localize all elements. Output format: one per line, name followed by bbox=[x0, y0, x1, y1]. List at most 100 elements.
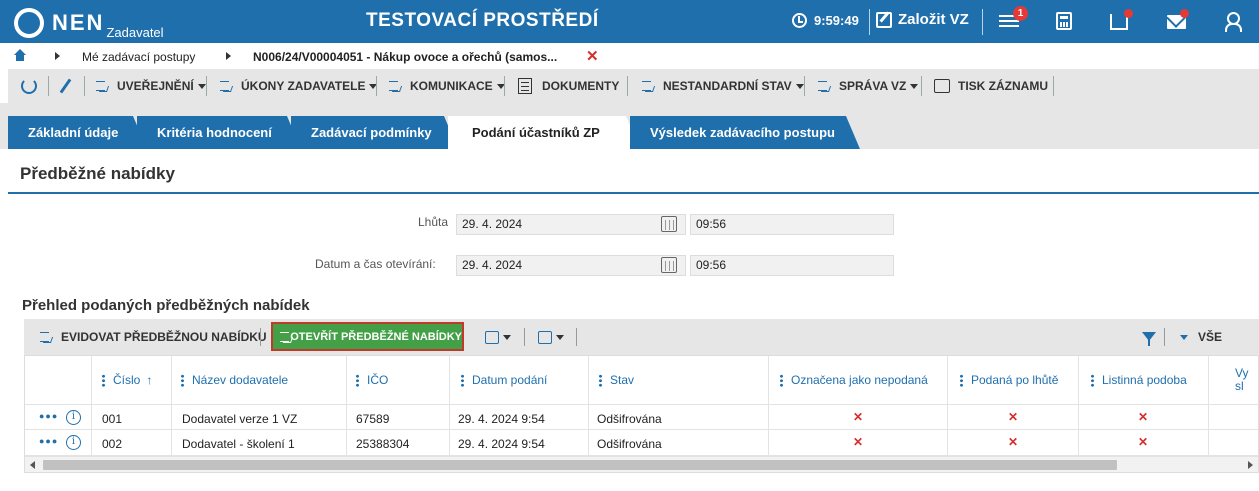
cell-status: Odšifrována bbox=[597, 412, 662, 426]
view-all-label: VŠE bbox=[1198, 330, 1223, 344]
opening-label: Datum a čas otevírání: bbox=[315, 257, 436, 271]
horizontal-scrollbar[interactable] bbox=[25, 456, 1258, 472]
breadcrumb-my-procedures[interactable]: Mé zadávací postupy bbox=[82, 50, 195, 64]
print-record-button[interactable]: TISK ZÁZNAMU bbox=[934, 69, 1048, 103]
divider bbox=[504, 76, 505, 96]
publish-label: UVEŘEJNĚNÍ bbox=[117, 79, 194, 93]
print-icon bbox=[485, 330, 499, 344]
publish-menu[interactable]: UVEŘEJNĚNÍ bbox=[96, 69, 206, 103]
divider bbox=[524, 328, 525, 346]
edit-button[interactable] bbox=[59, 69, 72, 103]
column-status[interactable]: Stav bbox=[599, 356, 634, 404]
divider bbox=[982, 9, 983, 35]
close-icon[interactable]: ✕ bbox=[586, 47, 599, 65]
tab-tender-conditions[interactable]: Zadávací podmínky bbox=[291, 116, 458, 149]
calendar-icon[interactable] bbox=[661, 216, 677, 232]
column-submission-date[interactable]: Datum podání bbox=[461, 356, 547, 404]
export-menu[interactable] bbox=[538, 319, 564, 355]
more-icon[interactable]: ●●● bbox=[39, 436, 58, 446]
cell-supplier: Dodavatel verze 1 VZ bbox=[182, 412, 298, 426]
cell-status: Odšifrována bbox=[597, 437, 662, 451]
column-truncated[interactable]: Vy sl bbox=[1223, 356, 1249, 404]
column-late-label: Podaná po lhůtě bbox=[971, 373, 1059, 387]
contracting-actions-menu[interactable]: ÚKONY ZADAVATELE bbox=[220, 69, 378, 103]
column-paper-label: Listinná podoba bbox=[1102, 373, 1187, 387]
column-menu-icon[interactable] bbox=[461, 373, 464, 387]
sort-ascending-icon: ↑ bbox=[146, 373, 153, 387]
print-label: TISK ZÁZNAMU bbox=[958, 79, 1048, 93]
user-icon[interactable] bbox=[1225, 12, 1242, 32]
column-menu-icon[interactable] bbox=[599, 373, 602, 387]
cell-date: 29. 4. 2024 9:54 bbox=[458, 437, 545, 451]
tab-evaluation-criteria[interactable]: Kritéria hodnocení bbox=[137, 116, 301, 149]
column-number[interactable]: Číslo ↑ bbox=[102, 356, 152, 404]
document-icon bbox=[518, 78, 532, 94]
caret-down-icon bbox=[1180, 334, 1188, 340]
vz-management-menu[interactable]: SPRÁVA VZ bbox=[818, 69, 919, 103]
column-status-label: Stav bbox=[610, 373, 635, 387]
column-number-label: Číslo bbox=[113, 373, 141, 387]
divider bbox=[804, 76, 805, 96]
register-preliminary-offer-button[interactable]: EVIDOVAT PŘEDBĚŽNOU NABÍDKU bbox=[40, 319, 267, 355]
breadcrumb: Mé zadávací postupy N006/24/V00004051 - … bbox=[0, 43, 1259, 69]
column-truncated-label-2: sl bbox=[1235, 379, 1244, 393]
open-preliminary-offers-button[interactable]: OTEVŘÍT PŘEDBĚŽNÉ NABÍDKY bbox=[271, 322, 464, 351]
print-grid-menu[interactable] bbox=[485, 319, 511, 355]
export-icon bbox=[538, 330, 552, 344]
list-icon bbox=[40, 331, 54, 343]
more-icon[interactable]: ●●● bbox=[39, 411, 58, 421]
tab-procedure-result[interactable]: Výsledek zadávacího postupu bbox=[630, 116, 860, 149]
scroll-left-icon[interactable] bbox=[30, 461, 35, 469]
cell-ico: 25388304 bbox=[356, 437, 410, 451]
chevron-right-icon bbox=[226, 52, 231, 60]
tab-basic-data[interactable]: Základní údaje bbox=[8, 116, 147, 149]
nonstandard-state-menu[interactable]: NESTANDARDNÍ STAV bbox=[642, 69, 804, 103]
communication-menu[interactable]: KOMUNIKACE bbox=[389, 69, 505, 103]
x-mark-icon: ✕ bbox=[1008, 410, 1019, 424]
column-menu-icon[interactable] bbox=[780, 373, 783, 387]
action-toolbar: UVEŘEJNĚNÍ ÚKONY ZADAVATELE KOMUNIKACE D… bbox=[8, 69, 1259, 103]
calculator-icon[interactable] bbox=[1056, 12, 1072, 30]
calendar-icon[interactable] bbox=[661, 257, 677, 273]
documents-button[interactable]: DOKUMENTY bbox=[518, 69, 619, 103]
session-time: 9:59:49 bbox=[814, 13, 859, 28]
management-label: SPRÁVA VZ bbox=[839, 79, 907, 93]
column-menu-icon[interactable] bbox=[960, 373, 963, 387]
info-icon[interactable]: i bbox=[66, 410, 81, 425]
deadline-date-field[interactable]: 29. 4. 2024 bbox=[456, 214, 686, 235]
filter-icon[interactable] bbox=[1142, 332, 1156, 346]
column-supplier[interactable]: Název dodavatele bbox=[181, 356, 288, 404]
list-icon bbox=[220, 80, 234, 92]
divider bbox=[627, 76, 628, 96]
info-icon[interactable]: i bbox=[66, 435, 81, 450]
view-all-menu[interactable]: VŠE bbox=[1180, 319, 1222, 355]
deadline-time-field[interactable]: 09:56 bbox=[690, 214, 894, 235]
tab-participant-submissions[interactable]: Podání účastníků ZP bbox=[448, 116, 640, 149]
breadcrumb-current-procedure[interactable]: N006/24/V00004051 - Nákup ovoce a ořechů… bbox=[253, 50, 557, 64]
column-menu-icon[interactable] bbox=[1091, 373, 1094, 387]
column-menu-icon[interactable] bbox=[356, 373, 359, 387]
scrollbar-thumb[interactable] bbox=[43, 460, 1117, 470]
list-icon bbox=[280, 331, 290, 343]
notification-badge: 1 bbox=[1013, 6, 1028, 21]
create-vz-button[interactable]: Založit VZ bbox=[876, 11, 969, 28]
nen-logo[interactable]: NEN Zadavatel bbox=[14, 6, 164, 40]
column-marked-not-submitted[interactable]: Označena jako nepodaná bbox=[780, 356, 928, 404]
x-mark-icon: ✕ bbox=[1138, 435, 1149, 449]
divider bbox=[1164, 328, 1165, 346]
opening-date-field[interactable]: 29. 4. 2024 bbox=[456, 255, 686, 276]
logo-subtitle: Zadavatel bbox=[106, 25, 164, 40]
column-menu-icon[interactable] bbox=[181, 373, 184, 387]
scroll-right-icon[interactable] bbox=[1248, 461, 1253, 469]
column-submitted-late[interactable]: Podaná po lhůtě bbox=[960, 356, 1058, 404]
column-ico[interactable]: IČO bbox=[356, 356, 388, 404]
print-icon bbox=[934, 79, 950, 93]
register-label: EVIDOVAT PŘEDBĚŽNOU NABÍDKU bbox=[61, 330, 267, 344]
home-icon[interactable] bbox=[14, 49, 26, 61]
column-paper-form[interactable]: Listinná podoba bbox=[1091, 356, 1187, 404]
communication-label: KOMUNIKACE bbox=[410, 79, 493, 93]
actions-label: ÚKONY ZADAVATELE bbox=[241, 79, 366, 93]
refresh-button[interactable] bbox=[21, 69, 37, 103]
column-menu-icon[interactable] bbox=[102, 373, 105, 387]
opening-time-field[interactable]: 09:56 bbox=[690, 255, 894, 276]
